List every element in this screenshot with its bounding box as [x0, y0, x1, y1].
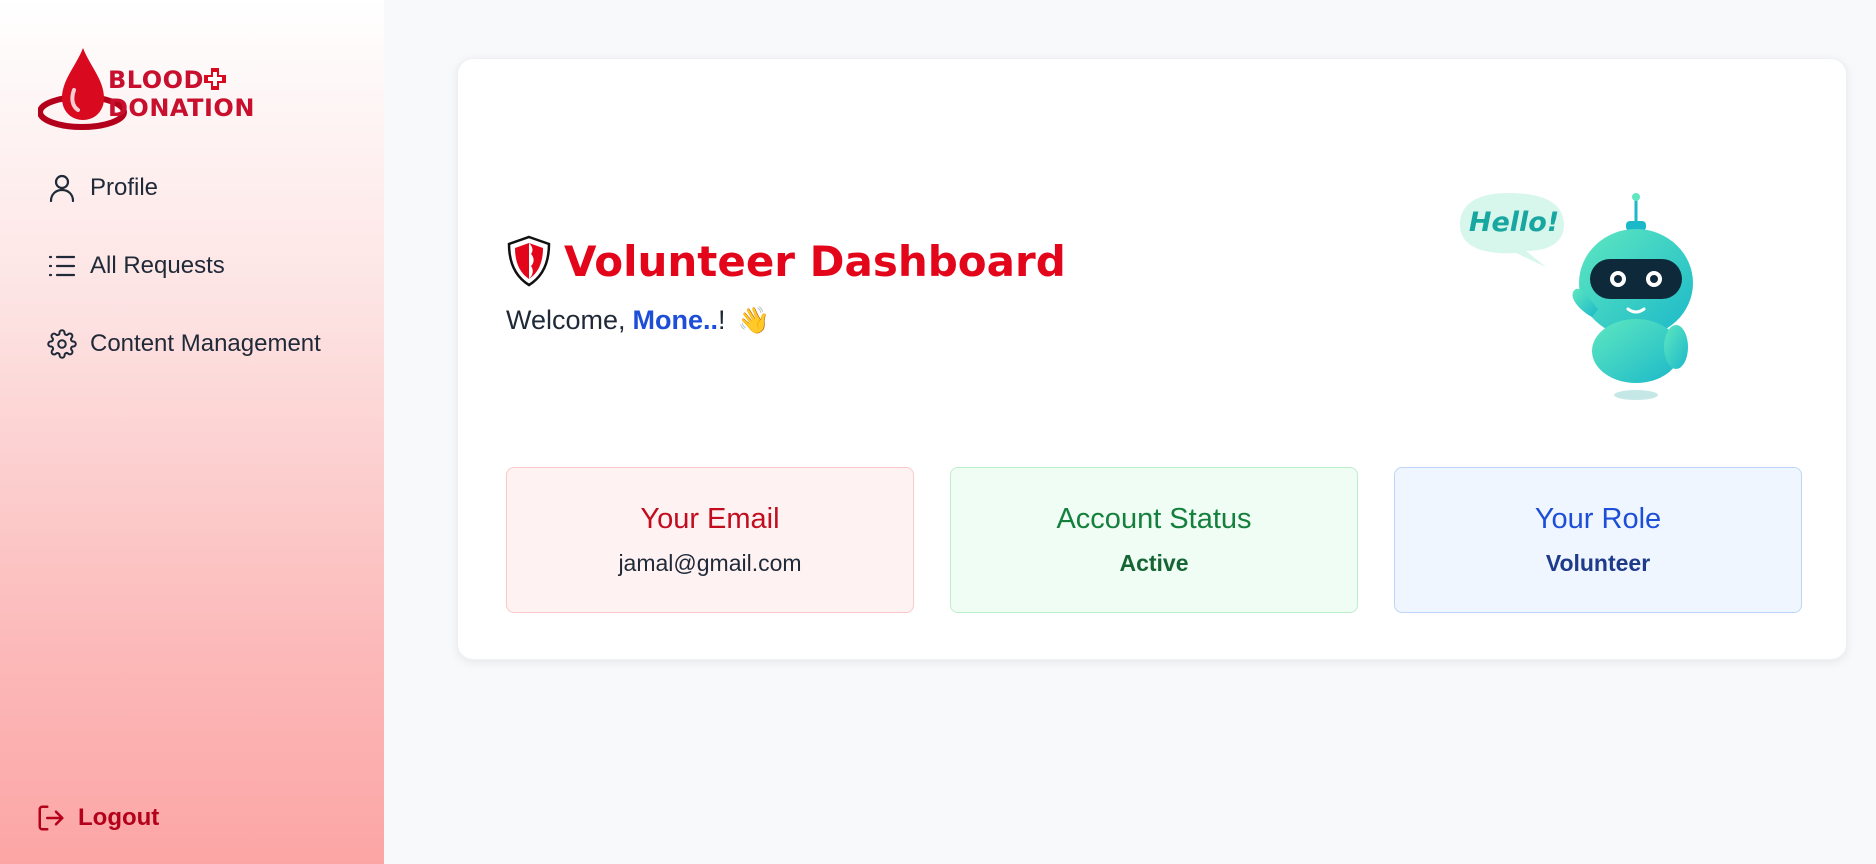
sidebar: BLOOD DONATION Profile All Requests Cont…: [0, 0, 384, 864]
logout-button[interactable]: Logout: [36, 802, 159, 834]
stat-label: Your Role: [1534, 503, 1662, 535]
logout-icon: [36, 802, 68, 834]
wave-emoji-icon: 👋: [737, 305, 770, 335]
list-icon: [46, 250, 78, 282]
robot-illustration: Hello!: [1452, 189, 1704, 401]
sidebar-item-content-management[interactable]: Content Management: [46, 318, 321, 370]
robot-bubble-text: Hello!: [1468, 207, 1560, 238]
logo-line1: BLOOD: [108, 66, 204, 94]
logo-line2: DONATION: [108, 94, 255, 122]
sidebar-item-profile[interactable]: Profile: [46, 162, 321, 214]
stat-label: Your Email: [640, 503, 780, 535]
sidebar-nav: Profile All Requests Content Management: [46, 162, 321, 396]
dashboard-card: Volunteer Dashboard Welcome, Mone.. ! 👋: [457, 58, 1847, 660]
stat-card-role: Your Role Volunteer: [1394, 467, 1802, 613]
welcome-prefix: Welcome,: [506, 305, 626, 335]
app: BLOOD DONATION Profile All Requests Cont…: [0, 0, 1876, 864]
sidebar-item-label: All Requests: [90, 252, 225, 279]
page-title: Volunteer Dashboard: [564, 236, 1066, 286]
stat-card-email: Your Email jamal@gmail.com: [506, 467, 914, 613]
stat-value: jamal@gmail.com: [618, 550, 802, 576]
stats-row: Your Email jamal@gmail.com Account Statu…: [506, 467, 1802, 613]
shield-icon: [507, 235, 551, 287]
welcome-suffix: !: [718, 305, 726, 335]
sidebar-item-label: Profile: [90, 174, 159, 201]
stat-card-account-status: Account Status Active: [950, 467, 1358, 613]
gear-icon: [46, 328, 78, 360]
logo-text: BLOOD DONATION: [108, 66, 255, 122]
sidebar-item-all-requests[interactable]: All Requests: [46, 240, 321, 292]
logout-label: Logout: [78, 804, 160, 831]
stat-value: Volunteer: [1545, 550, 1651, 576]
title-row: Volunteer Dashboard: [506, 235, 1066, 287]
user-name: Mone..: [632, 305, 719, 335]
sidebar-item-label: Content Management: [90, 330, 321, 357]
stat-value: Active: [1119, 550, 1189, 576]
user-icon: [46, 172, 78, 204]
logo[interactable]: BLOOD DONATION: [38, 46, 258, 136]
welcome-message: Welcome, Mone.. ! 👋: [506, 305, 770, 336]
stat-label: Account Status: [1056, 503, 1252, 535]
